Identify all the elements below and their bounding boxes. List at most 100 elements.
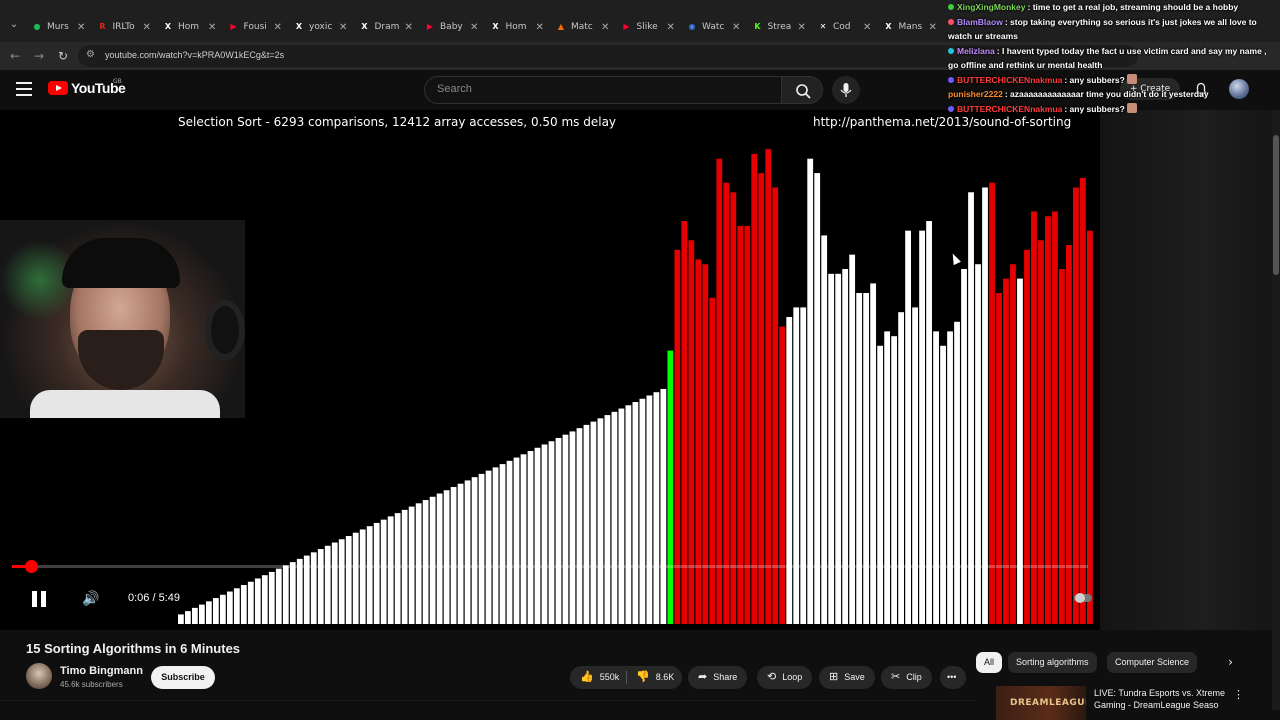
browser-tab[interactable]: ▲ Matc ✕ [556, 16, 609, 38]
browser-tab[interactable]: ✕ Cod ✕ [818, 16, 872, 38]
tab-favicon-icon: ◉ [688, 22, 696, 31]
tab-close-icon[interactable]: ✕ [208, 22, 216, 33]
tab-close-icon[interactable]: ✕ [77, 22, 85, 33]
sort-bar [898, 312, 904, 624]
progress-bar[interactable] [12, 560, 1088, 573]
browser-tab[interactable]: X Hom ✕ [163, 16, 216, 38]
search-input[interactable] [437, 83, 767, 95]
visualization-title: Selection Sort - 6293 comparisons, 12412… [178, 115, 617, 129]
browser-tab[interactable]: Xyoxic ✕ [294, 16, 347, 38]
tab-title: IRLTo [112, 22, 135, 32]
subscribe-button[interactable]: Subscribe [151, 666, 215, 689]
sort-bar [625, 405, 632, 624]
save-button[interactable]: ⊞ Save [819, 666, 875, 689]
tab-close-icon[interactable]: ✕ [536, 22, 544, 33]
sort-bar [310, 552, 317, 624]
browser-tab[interactable]: R IRLTo ✕ [98, 16, 151, 38]
sort-bar [576, 428, 583, 624]
tab-close-icon[interactable]: ✕ [732, 22, 740, 33]
back-icon[interactable]: ← [6, 47, 24, 65]
browser-tab[interactable]: X Hom ✕ [491, 16, 544, 38]
menu-icon[interactable] [16, 82, 32, 96]
channel-avatar[interactable] [26, 663, 52, 689]
chat-username[interactable]: BUTTERCHICKENnakmua [957, 104, 1062, 114]
chip-computer-science[interactable]: Computer Science [1107, 652, 1198, 673]
sort-bar [513, 457, 520, 624]
dislike-button[interactable]: 👎 8.6K [626, 666, 682, 689]
chat-username[interactable]: BlamBlaow [957, 17, 1003, 27]
chip-sorting-algorithms[interactable]: Sorting algorithms [1008, 652, 1097, 673]
chat-username[interactable]: XingXingMonkey [957, 2, 1025, 12]
stream-chat-overlay: XingXingMonkey: time to get a real job, … [948, 0, 1268, 116]
channel-name[interactable]: Timo Bingmann [60, 665, 143, 677]
tab-close-icon[interactable]: ✕ [798, 22, 806, 33]
chat-text: any subbers? [1069, 74, 1125, 85]
browser-tab[interactable]: ● Murs ✕ [32, 16, 86, 38]
sort-bar [275, 568, 282, 624]
sort-bar [443, 490, 450, 624]
chat-emote-icon [1126, 102, 1137, 113]
tab-close-icon[interactable]: ✕ [339, 22, 347, 33]
site-info-icon[interactable]: ⚙ [86, 49, 95, 60]
tab-title: Watc [702, 22, 725, 32]
chat-text: any subbers? [1069, 103, 1125, 114]
recommended-video-thumbnail[interactable]: DREAMLEAGUE [996, 686, 1086, 720]
browser-tab[interactable]: X Mans ✕ [884, 16, 937, 38]
clip-button[interactable]: ✂ Clip [881, 666, 932, 689]
tab-close-icon[interactable]: ✕ [601, 22, 609, 33]
tab-search-icon[interactable]: ⌄ [6, 17, 22, 33]
pause-button[interactable] [30, 587, 50, 611]
tab-title: Murs [47, 22, 69, 32]
sort-bar [268, 571, 275, 624]
volume-icon[interactable]: 🔊 [80, 587, 102, 611]
sort-bar [583, 424, 590, 624]
forward-icon[interactable]: → [30, 47, 48, 65]
chips-next-arrow-icon[interactable]: › [1220, 652, 1241, 673]
streamer-webcam [0, 220, 245, 418]
tab-close-icon[interactable]: ✕ [405, 22, 413, 33]
tab-close-icon[interactable]: ✕ [929, 22, 937, 33]
loop-button[interactable]: ⟲ Loop [757, 666, 813, 689]
reload-icon[interactable]: ↻ [54, 47, 72, 65]
voice-search-button[interactable] [832, 76, 860, 104]
browser-tab[interactable]: ◉ Watc ✕ [687, 16, 741, 38]
autoplay-toggle-icon[interactable] [1072, 588, 1094, 608]
more-actions-button[interactable]: ••• [940, 666, 966, 689]
sort-bar [730, 192, 737, 624]
tab-close-icon[interactable]: ✕ [667, 22, 675, 33]
tab-close-icon[interactable]: ✕ [143, 22, 151, 33]
browser-tab[interactable]: X Dram ✕ [360, 16, 413, 38]
browser-tab[interactable]: K Strea ✕ [753, 16, 806, 38]
tab-close-icon[interactable]: ✕ [470, 22, 478, 33]
sort-bar [828, 273, 835, 624]
chip-all[interactable]: All [976, 652, 1003, 673]
like-button[interactable]: 👍 550k [570, 666, 626, 689]
recommended-video-title[interactable]: LIVE: Tundra Esports vs. Xtreme Gaming -… [1094, 687, 1234, 720]
sort-bar [569, 431, 576, 624]
chat-username[interactable]: BUTTERCHICKENnakmua [957, 75, 1062, 85]
tab-title: Fousi [243, 22, 267, 32]
video-player[interactable]: Selection Sort - 6293 comparisons, 12412… [0, 110, 1100, 630]
browser-tab[interactable]: ▶ Baby ✕ [425, 16, 478, 38]
youtube-logo-icon[interactable] [48, 81, 68, 95]
share-button[interactable]: ➦ Share [688, 666, 748, 689]
loop-icon: ⟲ [767, 671, 777, 683]
chat-username[interactable]: punisher2222 [948, 89, 1003, 99]
sort-bar [261, 575, 268, 624]
search-button[interactable] [781, 76, 823, 104]
sort-bar [191, 607, 198, 624]
recommended-more-icon[interactable]: ⋮ [1233, 688, 1244, 701]
sort-bar [450, 486, 457, 624]
tab-close-icon[interactable]: ✕ [863, 22, 871, 33]
time-display: 0:06 / 5:49 [128, 592, 180, 604]
tab-close-icon[interactable]: ✕ [274, 22, 282, 33]
microphone-icon [840, 83, 852, 97]
browser-tab[interactable]: ▶ Slike ✕ [622, 16, 675, 38]
scrollbar-thumb[interactable] [1273, 135, 1279, 275]
chat-username[interactable]: Melizlana [957, 46, 995, 56]
browser-tab[interactable]: ▶ Fousi ✕ [229, 16, 282, 38]
sort-bar [814, 173, 821, 624]
sort-bar [611, 411, 618, 624]
sort-bar [597, 418, 604, 624]
search-box[interactable] [424, 76, 782, 104]
